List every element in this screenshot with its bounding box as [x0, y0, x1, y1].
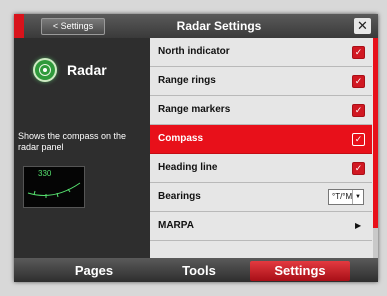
compass-checkbox[interactable]: ✓ — [352, 133, 365, 146]
title-accent — [14, 14, 24, 38]
north-indicator-checkbox[interactable]: ✓ — [352, 46, 365, 59]
scrollbar-thumb[interactable] — [373, 38, 378, 228]
row-label: Range markers — [158, 104, 231, 115]
dropdown-arrow-icon: ▼ — [352, 190, 363, 204]
bearings-select-value: °T/°M — [332, 192, 353, 201]
row-label: MARPA — [158, 220, 194, 231]
row-partial[interactable] — [150, 241, 372, 258]
setting-description: Shows the compass on the radar panel — [18, 131, 127, 152]
window-title: Radar Settings — [176, 19, 262, 33]
settings-list: North indicator ✓ Range rings ✓ Range ma… — [150, 38, 378, 258]
compass-preview: 330 — [23, 166, 85, 208]
row-label: Heading line — [158, 162, 218, 173]
row-label: Bearings — [158, 191, 201, 202]
bearings-select[interactable]: °T/°M ▼ — [328, 189, 364, 205]
row-marpa[interactable]: MARPA ▶ — [150, 212, 372, 241]
row-range-markers[interactable]: Range markers ✓ — [150, 96, 372, 125]
title-bar: < Settings Radar Settings ✕ — [14, 14, 378, 38]
tab-pages[interactable]: Pages — [39, 261, 149, 281]
radar-icon — [33, 58, 57, 82]
back-to-settings-button[interactable]: < Settings — [41, 18, 105, 35]
row-heading-line[interactable]: Heading line ✓ — [150, 154, 372, 183]
heading-line-checkbox[interactable]: ✓ — [352, 162, 365, 175]
scrollbar[interactable] — [373, 38, 378, 258]
tab-tools[interactable]: Tools — [144, 261, 254, 281]
tab-settings[interactable]: Settings — [250, 261, 350, 281]
compass-arc-graphic — [27, 182, 81, 198]
bottom-tab-bar: Pages Tools Settings — [14, 258, 378, 282]
close-button[interactable]: ✕ — [354, 18, 371, 34]
row-label: North indicator — [158, 46, 230, 57]
row-label: Compass — [158, 133, 204, 144]
chevron-right-icon: ▶ — [355, 221, 362, 230]
row-compass[interactable]: Compass ✓ — [150, 125, 372, 154]
info-panel: Radar Shows the compass on the radar pan… — [14, 38, 150, 258]
row-label: Range rings — [158, 75, 216, 86]
radar-center-dot — [43, 68, 47, 72]
app-name: Radar — [67, 62, 107, 78]
range-markers-checkbox[interactable]: ✓ — [352, 104, 365, 117]
row-bearings[interactable]: Bearings °T/°M ▼ — [150, 183, 372, 212]
range-rings-checkbox[interactable]: ✓ — [352, 75, 365, 88]
radar-settings-window: < Settings Radar Settings ✕ Radar Shows … — [14, 14, 378, 282]
row-north-indicator[interactable]: North indicator ✓ — [150, 38, 372, 67]
row-range-rings[interactable]: Range rings ✓ — [150, 67, 372, 96]
